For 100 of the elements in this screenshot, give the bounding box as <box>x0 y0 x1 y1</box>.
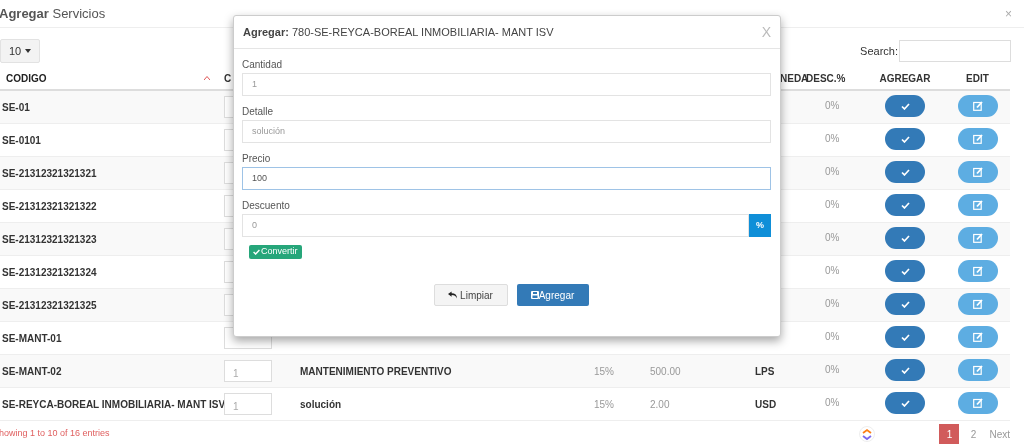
quantity-field[interactable]: 1 <box>224 360 272 382</box>
discount-cell: 0% <box>825 364 840 375</box>
add-button[interactable] <box>885 293 925 315</box>
field-label: Cantidad <box>242 58 284 72</box>
code-cell: SE-21312321321325 <box>2 300 97 311</box>
check-icon <box>253 249 260 255</box>
edit-icon <box>972 167 983 177</box>
page-length-select[interactable]: 10 <box>0 39 40 63</box>
edit-button[interactable] <box>957 161 998 183</box>
page-button[interactable]: 2 <box>963 424 984 444</box>
floppy-icon <box>530 291 539 299</box>
discount-cell: 0% <box>825 298 840 309</box>
tax-cell: 15% <box>594 399 614 410</box>
column-header[interactable]: AGREGAR <box>879 72 931 84</box>
discount-cell: 0% <box>825 331 840 342</box>
page-button[interactable]: 1 <box>939 424 960 444</box>
add-button[interactable] <box>885 260 925 282</box>
discount-cell: 0% <box>825 199 840 210</box>
add-button[interactable] <box>885 194 925 216</box>
edit-button[interactable] <box>957 128 998 150</box>
check-icon <box>900 267 910 275</box>
discount-cell: 0% <box>825 166 840 177</box>
check-icon <box>900 399 910 407</box>
add-button[interactable] <box>885 359 925 381</box>
code-cell: SE-21312321321324 <box>2 267 97 278</box>
undo-icon <box>448 291 458 299</box>
code-cell: SE-21312321321322 <box>2 201 97 212</box>
close-button[interactable]: X <box>761 21 771 43</box>
add-button[interactable] <box>885 326 925 348</box>
code-cell: SE-MANT-01 <box>2 333 62 344</box>
field-label: Precio <box>242 152 272 166</box>
edit-icon <box>972 233 983 243</box>
add-button[interactable] <box>885 161 925 183</box>
check-icon <box>900 168 910 176</box>
discount-cell: 0% <box>825 133 840 144</box>
code-cell: SE-21312321321321 <box>2 168 97 179</box>
code-cell: SE-21312321321323 <box>2 234 97 245</box>
convert-button[interactable]: Convertir <box>249 245 302 259</box>
column-header[interactable]: DESC.% <box>806 72 846 84</box>
search-field[interactable] <box>899 40 1011 62</box>
search-label: Search: <box>860 43 898 59</box>
discount-cell: 0% <box>825 232 840 243</box>
field-label: Detalle <box>242 105 275 119</box>
tax-cell: 15% <box>594 366 614 377</box>
sort-caret-icon <box>204 76 210 80</box>
page-title: Agregar Servicios <box>0 4 106 23</box>
price-cell: 2.00 <box>650 399 670 410</box>
add-button[interactable] <box>885 95 925 117</box>
input-field[interactable]: 1 <box>242 73 771 96</box>
next-button[interactable]: Next <box>989 426 1010 442</box>
column-header[interactable]: C <box>224 72 232 84</box>
edit-icon <box>972 365 983 375</box>
check-icon <box>900 135 910 143</box>
price-cell: 500.00 <box>650 366 681 377</box>
code-cell: SE-01 <box>2 102 30 113</box>
edit-button[interactable] <box>957 194 998 216</box>
edit-button[interactable] <box>957 326 998 348</box>
clear-button[interactable]: Limpiar <box>433 284 508 306</box>
check-icon <box>900 201 910 209</box>
currency-cell: USD <box>755 399 777 410</box>
check-icon <box>900 234 910 242</box>
input-field[interactable]: solución <box>242 120 771 143</box>
discount-cell: 0% <box>825 100 840 111</box>
quantity-field[interactable]: 1 <box>224 393 272 415</box>
edit-icon <box>972 299 983 309</box>
edit-button[interactable] <box>957 392 998 414</box>
check-icon <box>900 333 910 341</box>
edit-icon <box>972 332 983 342</box>
close-button[interactable]: × <box>1005 4 1012 23</box>
check-icon <box>900 300 910 308</box>
entries-info: howing 1 to 10 of 16 entries <box>0 427 110 441</box>
column-header[interactable]: EDIT <box>966 72 989 84</box>
edit-icon <box>972 200 983 210</box>
add-button[interactable] <box>885 227 925 249</box>
edit-button[interactable] <box>957 95 998 117</box>
input-field[interactable]: 100 <box>242 167 771 190</box>
detail-cell: solución <box>300 399 342 410</box>
save-button[interactable]: Agregar <box>516 284 589 306</box>
edit-button[interactable] <box>957 227 998 249</box>
add-button[interactable] <box>885 392 925 414</box>
edit-icon <box>972 266 983 276</box>
code-cell: SE-0101 <box>2 135 41 146</box>
edit-button[interactable] <box>957 359 998 381</box>
edit-button[interactable] <box>957 293 998 315</box>
edit-button[interactable] <box>957 260 998 282</box>
modal-title: Agregar: 780-SE-REYCA-BOREAL INMOBILIARIA- MANT ISV <box>243 24 554 40</box>
input-field[interactable]: 0 <box>242 214 749 237</box>
logo-icon <box>859 426 876 442</box>
check-icon <box>900 102 910 110</box>
currency-cell: LPS <box>755 366 775 377</box>
edit-icon <box>972 101 983 111</box>
column-header[interactable]: CODIGO <box>6 70 47 86</box>
add-button[interactable] <box>885 128 925 150</box>
edit-icon <box>972 398 983 408</box>
code-cell: SE-MANT-02 <box>2 366 62 377</box>
discount-cell: 0% <box>825 265 840 276</box>
percent-addon: % <box>749 214 771 237</box>
discount-cell: 0% <box>825 397 840 408</box>
code-cell: SE-REYCA-BOREAL INMOBILIARIA- MANT ISV <box>2 399 226 410</box>
edit-icon <box>972 134 983 144</box>
